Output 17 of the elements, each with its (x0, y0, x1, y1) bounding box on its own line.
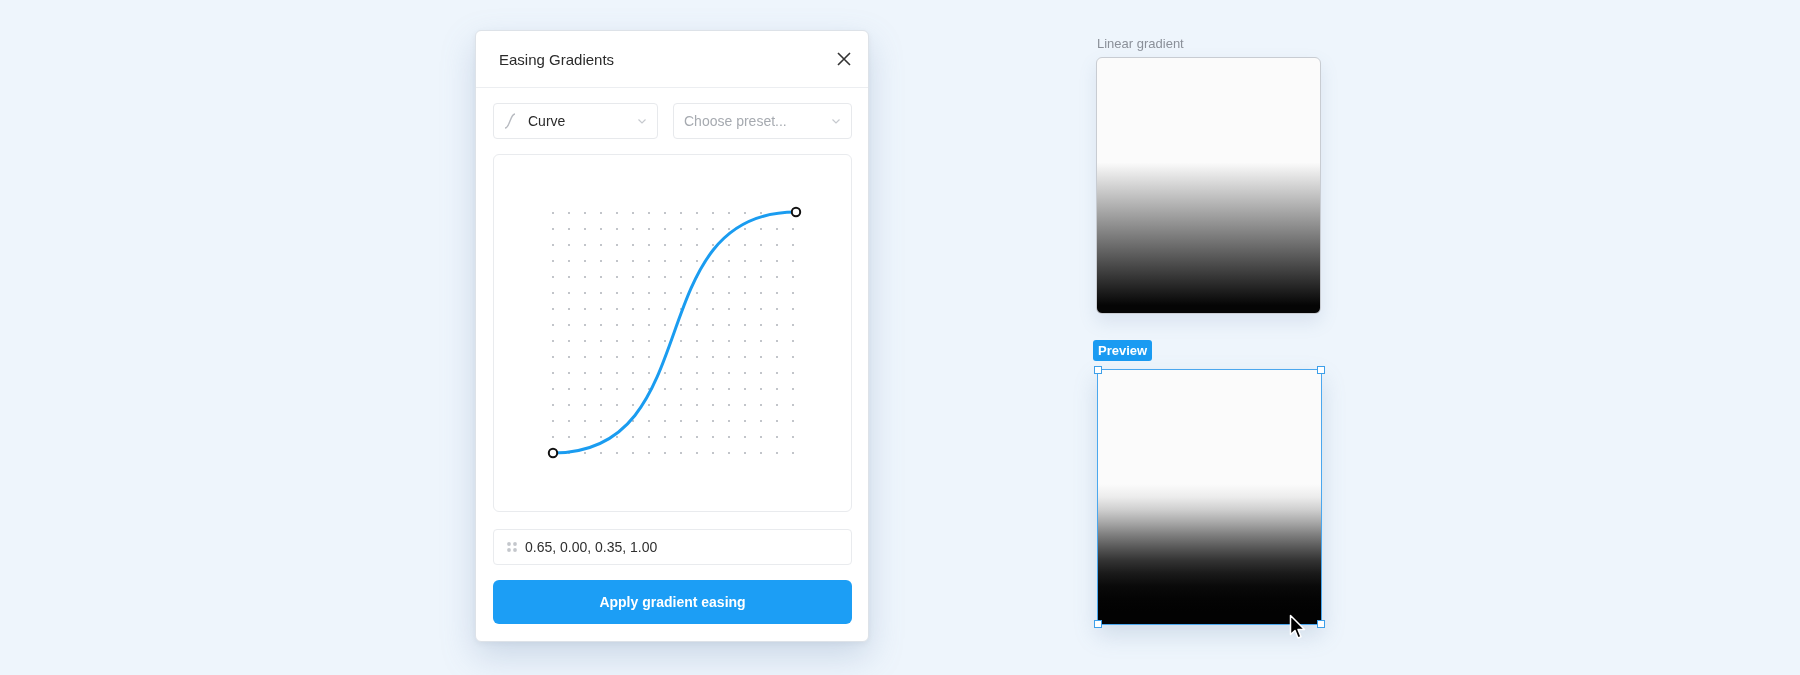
resize-handle[interactable] (1317, 366, 1325, 374)
resize-handle[interactable] (1317, 620, 1325, 628)
preview-label: Preview (1093, 340, 1153, 361)
chevron-icon (638, 118, 646, 124)
chevron-icon (832, 118, 840, 124)
resize-handle[interactable] (1094, 620, 1102, 628)
cursor-icon (1289, 614, 1307, 640)
grip-icon (507, 542, 517, 552)
resize-handle[interactable] (1094, 366, 1102, 374)
curve-endpoint[interactable] (547, 447, 558, 459)
dialog-title: Easing Gradients (499, 50, 616, 68)
bezier-value-field[interactable]: 0.65, 0.00, 0.35, 1.00 (493, 529, 852, 565)
curve-icon (504, 113, 516, 129)
mode-dropdown[interactable]: Curve (493, 103, 658, 139)
close-icon[interactable] (837, 52, 851, 66)
section-label: Linear gradient (1097, 36, 1184, 52)
curve-endpoint[interactable] (790, 206, 801, 218)
